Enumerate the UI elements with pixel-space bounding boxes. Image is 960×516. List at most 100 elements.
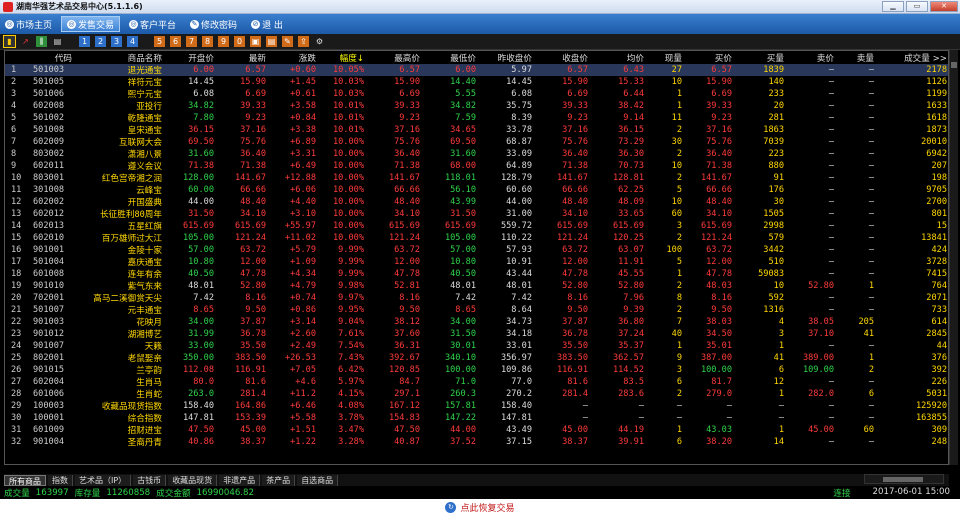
- table-cell: 6.42%: [338, 365, 364, 375]
- close-button[interactable]: ✕: [930, 1, 958, 12]
- table-row[interactable]: 29 100003 收藏品现货指数 158.40 164.86 +6.46 4.08% 167…: [5, 400, 948, 412]
- table-row[interactable]: 2 501005 祥符元宝 14.45 15.90 +1.45 10.03% 15.90 14.…: [5, 76, 948, 88]
- maximize-button[interactable]: ▭: [906, 1, 928, 12]
- f7-icon[interactable]: 7: [186, 36, 197, 47]
- menu-item-1[interactable]: ◎ 发售交易: [61, 16, 121, 32]
- table-row[interactable]: 30 100001 综合指数 147.81 153.39 +5.58 3.78% 154.83…: [5, 412, 948, 424]
- f9-icon[interactable]: 9: [218, 36, 229, 47]
- f1-icon[interactable]: 1: [79, 36, 90, 47]
- table-row[interactable]: 26 901015 兰亭韵 112.08 116.91 +7.05 6.42% 120.85 1…: [5, 364, 948, 376]
- bottom-tab[interactable]: 茶产品: [262, 474, 296, 486]
- table-cell: 10: [671, 77, 682, 87]
- f3-icon[interactable]: 3: [111, 36, 122, 47]
- column-header[interactable]: 最新: [217, 51, 269, 64]
- bottom-tab[interactable]: 自选商品: [297, 474, 339, 486]
- column-header[interactable]: [5, 51, 27, 64]
- column-header[interactable]: 涨跌: [269, 51, 319, 64]
- menu-item-2[interactable]: ◎ 客户平台: [124, 16, 181, 32]
- table-row[interactable]: 19 901010 紫气东来 48.01 52.80 +4.79 9.98% 52.81 48.…: [5, 280, 948, 292]
- f5-icon[interactable]: 5: [154, 36, 165, 47]
- table-row[interactable]: 17 501004 嘉庆通宝 10.80 12.00 +1.09 9.99% 12.00 10.…: [5, 256, 948, 268]
- table-row[interactable]: 23 901012 湖湘博艺 31.99 36.78 +2.60 7.61% 37.60 31.…: [5, 328, 948, 340]
- table-cell: 80.0: [193, 377, 214, 387]
- table-row[interactable]: 12 602002 开国盛典 44.00 48.40 +4.40 10.00% 48.40 43…: [5, 196, 948, 208]
- table-cell: 44.00: [506, 197, 532, 207]
- column-header[interactable]: 收盘价: [535, 51, 591, 64]
- f12-icon[interactable]: ▤: [266, 36, 277, 47]
- table-row[interactable]: 28 601006 生肖蛇 263.0 281.4 +11.2 4.15% 297.1 260.…: [5, 388, 948, 400]
- column-header[interactable]: 商品名称: [75, 51, 165, 64]
- resume-trading-bar[interactable]: ↻ 点此恢复交易: [0, 499, 960, 516]
- table-row[interactable]: 20 702001 高马二溪御赏天尖 7.42 8.16 +0.74 9.97% 8.16 7.…: [5, 292, 948, 304]
- candle-icon[interactable]: ⫼: [36, 36, 47, 47]
- column-header[interactable]: 均价: [591, 51, 647, 64]
- table-row[interactable]: 22 901003 花映月 34.00 37.87 +3.14 9.04% 38.12 34.0…: [5, 316, 948, 328]
- bar-chart-icon[interactable]: ▮: [3, 35, 16, 48]
- settings-icon[interactable]: ⚙: [314, 36, 325, 47]
- f10-icon[interactable]: 0: [234, 36, 245, 47]
- column-header[interactable]: 成交量 >>: [877, 51, 948, 64]
- table-cell: 紫气东来: [127, 282, 162, 292]
- table-cell: 12: [773, 377, 784, 387]
- menu-item-3[interactable]: ✎ 修改密码: [185, 16, 242, 32]
- table-row[interactable]: 32 901004 圣裔丹青 40.86 38.37 +1.22 3.28% 40.87 37.…: [5, 436, 948, 448]
- column-header[interactable]: 卖量: [837, 51, 877, 64]
- bottom-tab[interactable]: 艺术品（IP）: [75, 474, 132, 486]
- horizontal-scrollbar[interactable]: [864, 474, 944, 484]
- table-row[interactable]: 16 901001 金陵十家 57.00 63.72 +5.79 9.99% 63.72 57.…: [5, 244, 948, 256]
- table-row[interactable]: 14 602013 五星红旗 615.69 615.69 +55.97 10.00% 615.…: [5, 220, 948, 232]
- table-row[interactable]: 25 802001 老鼠娶亲 350.00 383.50 +26.53 7.43% 392.6…: [5, 352, 948, 364]
- table-cell: 天籁: [144, 342, 162, 352]
- table-row[interactable]: 4 602008 亚投行 34.82 39.33 +3.58 10.01% 39.33 34.8…: [5, 100, 948, 112]
- table-row[interactable]: 15 602010 百万雄师过大江 105.00 121.24 +11.02 10.00% 1…: [5, 232, 948, 244]
- f4-icon[interactable]: 4: [127, 36, 138, 47]
- bottom-tab[interactable]: 指数: [48, 474, 73, 486]
- table-row[interactable]: 21 501007 元丰通宝 8.65 9.50 +0.86 9.95% 9.50 8.65 8.…: [5, 304, 948, 316]
- bottom-tab[interactable]: 所有商品: [4, 474, 46, 486]
- edit-icon[interactable]: ✎: [282, 36, 293, 47]
- table-row[interactable]: 27 602004 生肖马 80.0 81.6 +4.6 5.97% 84.7 71.0 77.0…: [5, 376, 948, 388]
- f6-icon[interactable]: 6: [170, 36, 181, 47]
- table-row[interactable]: 5 501002 乾隆通宝 7.80 9.23 +0.84 10.01% 9.23 7.59 8.…: [5, 112, 948, 124]
- column-header[interactable]: 代码: [27, 51, 75, 64]
- bottom-tab[interactable]: 非遗产品: [219, 474, 261, 486]
- column-header[interactable]: 卖价: [787, 51, 837, 64]
- column-header[interactable]: 最高价: [367, 51, 423, 64]
- table-row[interactable]: 7 602009 互联网大会 69.50 75.76 +6.89 10.00% 75.76 69…: [5, 136, 948, 148]
- table-row[interactable]: 3 501006 熙宁元宝 6.08 6.69 +0.61 10.03% 6.69 5.55 6.…: [5, 88, 948, 100]
- table-row[interactable]: 10 803001 红色宫帝湘之润 128.00 141.67 +12.88 10.00% 1…: [5, 172, 948, 184]
- column-header[interactable]: 现量: [647, 51, 685, 64]
- table-row[interactable]: 13 602012 长征胜利80周年 31.50 34.10 +3.10 10.00% 34.…: [5, 208, 948, 220]
- table-row[interactable]: 1 501003 退光通宝 6.00 6.57 +0.60 10.05% 6.57 6.00 5.…: [5, 64, 948, 76]
- f2-icon[interactable]: 2: [95, 36, 106, 47]
- line-chart-icon[interactable]: ↗: [20, 36, 31, 47]
- table-cell: 10.80: [450, 257, 476, 267]
- vertical-scrollbar[interactable]: [949, 50, 958, 465]
- resume-trading-button[interactable]: 点此恢复交易: [460, 501, 514, 514]
- bottom-tab[interactable]: 古钱币: [133, 474, 167, 486]
- table-cell: —: [828, 377, 834, 387]
- bottom-tab[interactable]: 收藏品现货: [168, 474, 218, 486]
- column-header[interactable]: 买价: [685, 51, 735, 64]
- menu-item-0[interactable]: ◎ 市场主页: [0, 16, 57, 32]
- table-row[interactable]: 6 501008 皇宋通宝 36.15 37.16 +3.38 10.01% 37.16 34.…: [5, 124, 948, 136]
- f8-icon[interactable]: 8: [202, 36, 213, 47]
- minimize-button[interactable]: ▁: [882, 1, 904, 12]
- column-header[interactable]: 幅度↓: [319, 51, 367, 64]
- calculator-icon[interactable]: ▤: [52, 36, 63, 47]
- table-row[interactable]: 31 601009 招财进宝 47.50 45.00 +1.51 3.47% 47.50 44.…: [5, 424, 948, 436]
- globe-icon: ◎: [5, 19, 14, 29]
- column-header[interactable]: 买量: [735, 51, 787, 64]
- table-row[interactable]: 9 602011 遵义会议 71.38 71.38 +6.49 10.00% 71.38 68.…: [5, 160, 948, 172]
- table-row[interactable]: 8 803002 潇湘八景 31.60 36.40 +3.31 10.00% 36.40 31.…: [5, 148, 948, 160]
- table-row[interactable]: 11 301008 云峰宝 60.00 66.66 +6.06 10.00% 66.66 56.…: [5, 184, 948, 196]
- table-cell: 128.79: [500, 173, 532, 183]
- menu-item-4[interactable]: ⊘ 退 出: [246, 16, 288, 32]
- table-row[interactable]: 18 601008 连年有余 40.50 47.78 +4.34 9.99% 47.78 40.…: [5, 268, 948, 280]
- column-header[interactable]: 昨收盘价: [479, 51, 535, 64]
- column-header[interactable]: 最低价: [423, 51, 479, 64]
- table-row[interactable]: 24 901007 天籁 33.00 35.50 +2.49 7.54% 36.31 30.01…: [5, 340, 948, 352]
- f11-icon[interactable]: ▣: [250, 36, 261, 47]
- column-header[interactable]: 开盘价: [165, 51, 217, 64]
- export-icon[interactable]: ⇪: [298, 36, 309, 47]
